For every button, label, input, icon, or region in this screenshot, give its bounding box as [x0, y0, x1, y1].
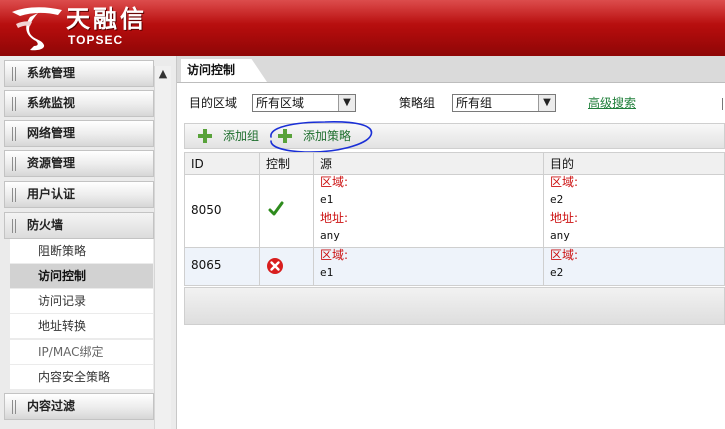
grip-icon [12, 67, 18, 81]
sidebar-item-label: 内容安全策略 [38, 370, 111, 384]
dest-zone-select[interactable]: 所有区域 ▼ [252, 94, 356, 112]
col-header-control[interactable]: 控制 [260, 153, 314, 175]
advanced-search-link[interactable]: 高级搜索 [588, 94, 636, 112]
dest-zone-label: 区域: [550, 248, 579, 262]
table-row[interactable]: 8065 区域: e1 区域: e2 [185, 248, 725, 286]
main-content: 访问控制 目的区域 所有区域 ▼ 策略组 所有组 ▼ 高级搜索 添加组 添加策略… [177, 56, 725, 429]
sidebar-item-label: IP/MAC绑定 [38, 345, 104, 359]
add-policy-label: 添加策略 [303, 129, 352, 143]
sidebar-scrollbar[interactable]: ▲ [154, 66, 171, 429]
grip-icon [12, 188, 18, 202]
policy-group-select[interactable]: 所有组 ▼ [452, 94, 556, 112]
dest-zone-value: e2 [550, 193, 564, 206]
sidebar-item-label: 访问记录 [38, 294, 87, 308]
deny-x-icon [267, 258, 283, 274]
add-group-label: 添加组 [223, 129, 260, 143]
policy-group-label: 策略组 [399, 96, 436, 110]
policy-id: 8050 [191, 203, 222, 217]
cell-dest: 区域: e2 地址: any [544, 175, 725, 247]
sidebar-item-access-log[interactable]: 访问记录 [10, 289, 153, 313]
source-zone-label: 区域: [320, 248, 349, 262]
sidebar-item-content-security[interactable]: 内容安全策略 [10, 365, 153, 389]
grip-icon [12, 97, 18, 111]
grip-icon [12, 127, 18, 141]
topsec-logo-icon [12, 7, 62, 51]
cell-control [260, 175, 314, 247]
dest-zone-value: e2 [550, 266, 564, 279]
dest-zone-label: 目的区域 [189, 96, 238, 110]
divider [722, 98, 723, 110]
menu-label: 网络管理 [27, 126, 76, 140]
menu-network-management[interactable]: 网络管理 [4, 120, 154, 147]
grip-icon [12, 157, 18, 171]
col-header-id[interactable]: ID [185, 153, 260, 175]
source-zone-label: 区域: [320, 175, 349, 189]
grip-icon [12, 400, 18, 414]
sidebar-item-label: 访问控制 [38, 269, 87, 283]
menu-system-management[interactable]: 系统管理 [4, 60, 154, 87]
menu-user-auth[interactable]: 用户认证 [4, 181, 154, 208]
cell-source: 区域: e1 [314, 248, 544, 285]
source-addr-value: any [320, 229, 340, 242]
menu-label: 防火墙 [27, 218, 64, 232]
toolbar: 添加组 添加策略 [184, 123, 725, 149]
menu-label: 资源管理 [27, 156, 76, 170]
filter-bar: 目的区域 所有区域 ▼ 策略组 所有组 ▼ 高级搜索 [177, 90, 725, 116]
plus-icon [277, 128, 293, 144]
sidebar-item-block-policy[interactable]: 阻断策略 [10, 239, 153, 263]
source-zone-value: e1 [320, 193, 334, 206]
tab-label: 访问控制 [187, 63, 236, 77]
app-header: 天融信 TOPSEC [0, 0, 725, 56]
grip-icon [12, 219, 18, 233]
policy-id: 8065 [191, 258, 222, 272]
source-addr-label: 地址: [320, 211, 349, 225]
add-group-button[interactable]: 添加组 [197, 124, 267, 148]
policy-group-value: 所有组 [456, 96, 493, 110]
menu-label: 系统管理 [27, 66, 76, 80]
source-zone-value: e1 [320, 266, 334, 279]
cell-id: 8065 [185, 248, 260, 285]
sidebar-item-access-control[interactable]: 访问控制 [10, 264, 153, 288]
sidebar: 系统管理 系统监视 网络管理 资源管理 用户认证 防火墙 阻断策略 访问控制 访… [0, 56, 177, 429]
cell-control [260, 248, 314, 285]
col-header-source[interactable]: 源 [314, 153, 544, 175]
chevron-down-icon: ▼ [338, 95, 355, 111]
add-policy-button[interactable]: 添加策略 [277, 124, 361, 148]
tab-bar: 访问控制 [177, 56, 725, 83]
menu-resource-management[interactable]: 资源管理 [4, 150, 154, 177]
scroll-up-icon[interactable]: ▲ [155, 66, 171, 82]
dest-zone-label: 区域: [550, 175, 579, 189]
menu-label: 用户认证 [27, 187, 76, 201]
sidebar-item-label: 阻断策略 [38, 244, 87, 258]
menu-firewall[interactable]: 防火墙 [4, 212, 154, 239]
menu-content-filter[interactable]: 内容过滤 [4, 393, 154, 420]
sidebar-item-label: 地址转换 [38, 319, 87, 333]
cell-source: 区域: e1 地址: any [314, 175, 544, 247]
dest-addr-value: any [550, 229, 570, 242]
menu-system-monitor[interactable]: 系统监视 [4, 90, 154, 117]
sidebar-item-nat[interactable]: 地址转换 [10, 314, 153, 338]
menu-label: 系统监视 [27, 96, 76, 110]
plus-icon [197, 128, 213, 144]
dest-zone-value: 所有区域 [256, 96, 305, 110]
cell-id: 8050 [185, 175, 260, 247]
brand-name-cn: 天融信 [66, 4, 147, 33]
brand-name-en: TOPSEC [68, 33, 124, 47]
checkmark-icon [268, 201, 284, 216]
dest-addr-label: 地址: [550, 211, 579, 225]
sidebar-item-ip-mac-binding[interactable]: IP/MAC绑定 [10, 340, 153, 364]
table-row[interactable]: 8050 区域: e1 地址: any 区域: e2 地址: any [185, 175, 725, 248]
chevron-down-icon: ▼ [538, 95, 555, 111]
table-footer [184, 287, 725, 325]
col-header-dest[interactable]: 目的 [544, 153, 725, 175]
cell-dest: 区域: e2 [544, 248, 725, 285]
policy-table: ID 控制 源 目的 8050 区域: e1 地址: any 区域: e2 地址… [184, 152, 725, 286]
menu-label: 内容过滤 [27, 399, 76, 413]
